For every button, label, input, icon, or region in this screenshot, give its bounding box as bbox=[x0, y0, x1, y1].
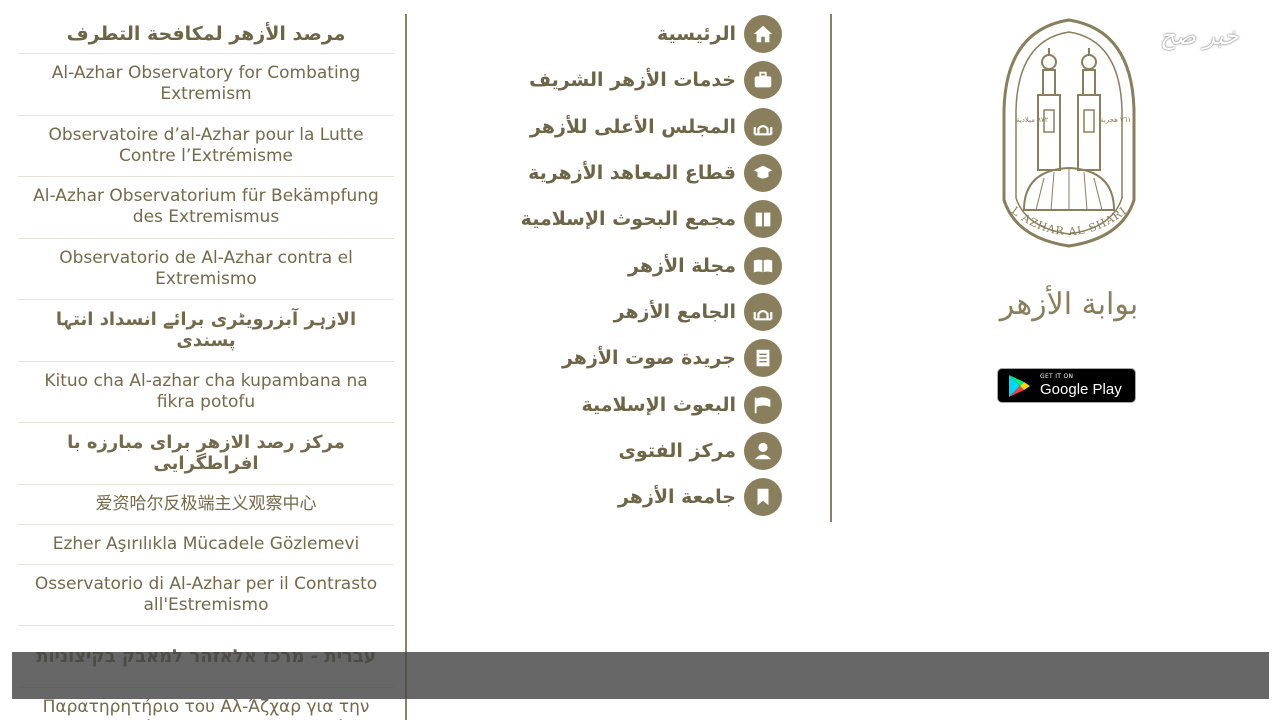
gplay-big-label: Google Play bbox=[1040, 381, 1122, 398]
flag-icon bbox=[744, 385, 782, 424]
divider-left bbox=[405, 14, 407, 720]
graduation-cap-icon bbox=[744, 154, 782, 193]
overlay-bar bbox=[12, 652, 1269, 699]
observatory-list: مرصد الأزهر لمكافحة التطرف Al-Azhar Obse… bbox=[18, 14, 394, 720]
al-azhar-logo[interactable]: ٩٧٢ ميلادية ٣٦١ هجرية AL AZHAR AL SHARIF bbox=[991, 0, 1142, 254]
book-icon bbox=[744, 200, 782, 239]
nav-item[interactable]: مركز الفتوى bbox=[420, 428, 782, 474]
nav-item-label: جامعة الأزهر bbox=[617, 486, 736, 509]
bookmark-icon bbox=[744, 478, 782, 517]
nav-item-label: الرئيسية bbox=[657, 23, 736, 46]
nav-item[interactable]: مجلة الأزهر bbox=[420, 242, 782, 288]
observatory-link[interactable]: Al-Azhar Observatory for Combating Extre… bbox=[18, 54, 394, 116]
logo-year-left: ٩٧٢ ميلادية bbox=[1016, 116, 1049, 124]
logo-year-right: ٣٦١ هجرية bbox=[1100, 116, 1131, 124]
nav-item-label: البعوث الإسلامية bbox=[581, 393, 736, 416]
observatory-link[interactable]: Ezher Aşırılıkla Mücadele Gözlemevi bbox=[18, 525, 394, 565]
mosque-icon bbox=[744, 292, 782, 331]
gplay-small-label: GET IT ON bbox=[1040, 373, 1074, 380]
observatory-link[interactable]: مرکز رصد الازهر برای مبارزه با افراطگرای… bbox=[18, 423, 394, 485]
portal-nav-menu: الرئيسية خدمات الأزهر الشريف المجلس الأعلى… bbox=[420, 11, 782, 520]
nav-item-label: قطاع المعاهد الأزهرية bbox=[528, 162, 736, 185]
observatory-link[interactable]: Osservatorio di Al-Azhar per il Contrast… bbox=[18, 565, 394, 626]
nav-item-label: الجامع الأزهر bbox=[613, 300, 736, 323]
calligraphy-text: بوابة الأزهر bbox=[998, 286, 1138, 322]
nav-item[interactable]: خدمات الأزهر الشريف bbox=[420, 57, 782, 103]
nav-item[interactable]: مجمع البحوث الإسلامية bbox=[420, 196, 782, 242]
google-play-badge[interactable]: GET IT ON Google Play bbox=[997, 368, 1136, 403]
nav-item[interactable]: جريدة صوت الأزهر bbox=[420, 335, 782, 381]
nav-item-label: جريدة صوت الأزهر bbox=[561, 347, 736, 370]
home-icon bbox=[744, 15, 782, 54]
nav-item[interactable]: البعوث الإسلامية bbox=[420, 381, 782, 427]
nav-item[interactable]: المجلس الأعلى للأزهر bbox=[420, 104, 782, 150]
nav-item-label: مجلة الأزهر bbox=[628, 254, 736, 277]
nav-item[interactable]: الجامع الأزهر bbox=[420, 289, 782, 335]
observatory-link[interactable]: 爱资哈尔反极端主义观察中心 bbox=[18, 485, 394, 525]
nav-item-label: خدمات الأزهر الشريف bbox=[528, 69, 736, 92]
divider-middle bbox=[830, 14, 832, 522]
portal-calligraphy: بوابة الأزهر bbox=[996, 268, 1142, 338]
user-icon bbox=[744, 431, 782, 470]
nav-item-label: مركز الفتوى bbox=[618, 439, 736, 462]
open-book-icon bbox=[744, 246, 782, 285]
observatory-link[interactable]: الازہر آبزرویٹری برائے انسداد انتہا پسند… bbox=[18, 300, 394, 362]
briefcase-icon bbox=[744, 61, 782, 100]
watermark-text: خبر صح bbox=[1160, 22, 1239, 50]
observatory-title[interactable]: مرصد الأزهر لمكافحة التطرف bbox=[18, 14, 394, 54]
nav-item[interactable]: الرئيسية bbox=[420, 11, 782, 57]
google-play-icon bbox=[1009, 374, 1030, 397]
nav-item-label: مجمع البحوث الإسلامية bbox=[520, 208, 736, 231]
document-icon bbox=[744, 339, 782, 378]
observatory-link[interactable]: Observatoire d’al-Azhar pour la Lutte Co… bbox=[18, 116, 394, 177]
nav-item[interactable]: جامعة الأزهر bbox=[420, 474, 782, 520]
nav-item-label: المجلس الأعلى للأزهر bbox=[529, 115, 736, 138]
mosque-icon bbox=[744, 107, 782, 146]
nav-item[interactable]: قطاع المعاهد الأزهرية bbox=[420, 150, 782, 196]
observatory-link[interactable]: Observatorio de Al-Azhar contra el Extre… bbox=[18, 239, 394, 300]
observatory-link[interactable]: Al-Azhar Observatorium für Bekämpfung de… bbox=[18, 177, 394, 239]
observatory-link[interactable]: Kituo cha Al-azhar cha kupambana na fikr… bbox=[18, 362, 394, 423]
